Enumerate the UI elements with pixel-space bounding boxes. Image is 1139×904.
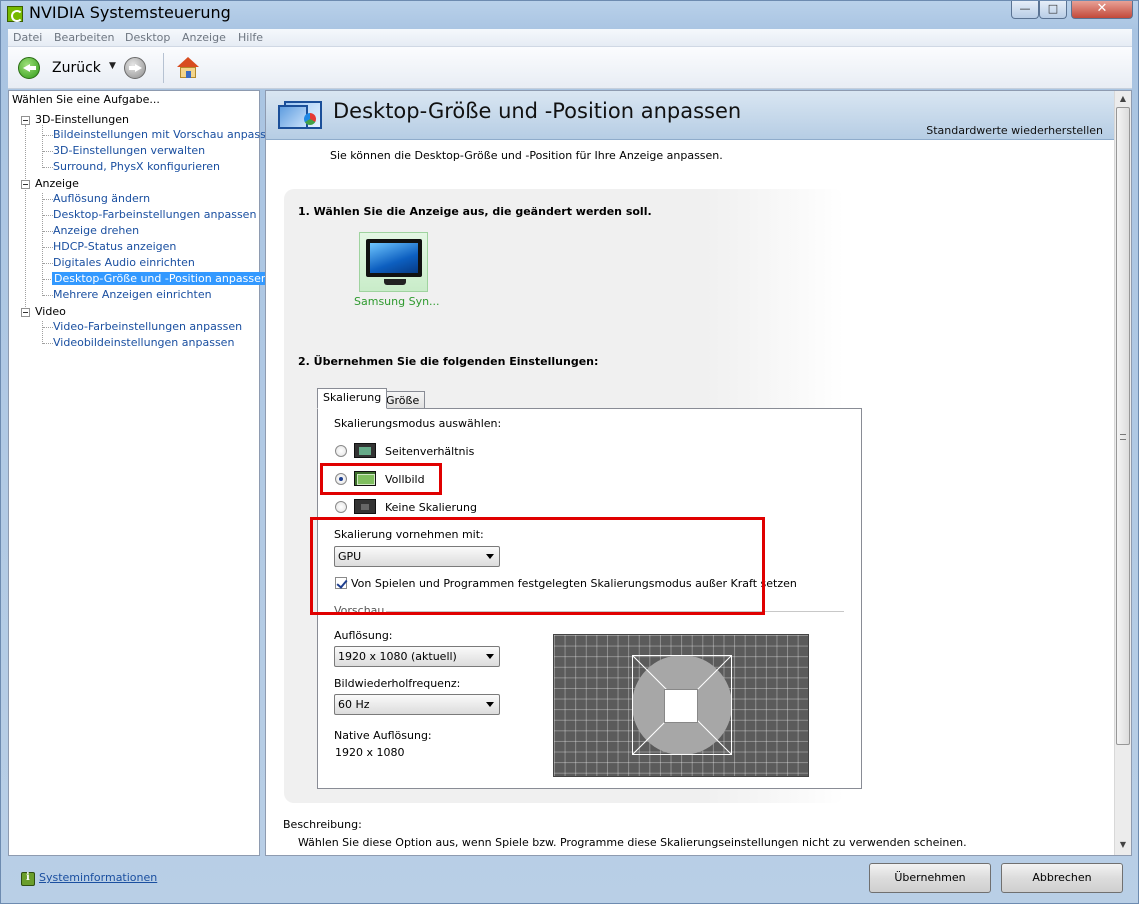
resolution-label: Auflösung:: [334, 629, 393, 642]
apply-button[interactable]: Übernehmen: [869, 863, 991, 893]
content-panel: Desktop-Größe und -Position anpassen Sta…: [265, 90, 1132, 856]
menu-hilfe[interactable]: Hilfe: [238, 31, 263, 44]
mode-seitenverhaeltnis-label[interactable]: Seitenverhältnis: [385, 445, 474, 458]
aspect-ratio-icon: [354, 443, 376, 458]
expander-video[interactable]: [21, 308, 30, 317]
native-resolution-value: 1920 x 1080: [335, 746, 405, 759]
tree-category-anzeige[interactable]: Anzeige: [35, 177, 79, 190]
highlight-vollbild: [320, 463, 442, 495]
description-text: Wählen Sie diese Option aus, wenn Spiele…: [298, 836, 967, 849]
tree-item-bildeinstellungen[interactable]: Bildeinstellungen mit Vorschau anpassen: [53, 128, 280, 141]
system-info-link[interactable]: Systeminformationen: [39, 871, 157, 884]
tree-line: [42, 321, 43, 344]
tree-item-digitales-audio[interactable]: Digitales Audio einrichten: [53, 256, 195, 269]
resolution-select[interactable]: 1920 x 1080 (aktuell): [334, 646, 500, 667]
tree-category-video[interactable]: Video: [35, 305, 66, 318]
tree-category-3d[interactable]: 3D-Einstellungen: [35, 113, 129, 126]
scroll-thumb[interactable]: [1116, 107, 1130, 745]
menu-anzeige[interactable]: Anzeige: [182, 31, 226, 44]
footer-bar: Systeminformationen Übernehmen Abbrechen: [8, 860, 1132, 900]
menu-bar: Datei Bearbeiten Desktop Anzeige Hilfe: [8, 29, 1132, 47]
tree-item-desktop-groesse[interactable]: Desktop-Größe und -Position anpassen: [52, 272, 270, 285]
tree-line: [25, 125, 26, 313]
tree-item-hdcp[interactable]: HDCP-Status anzeigen: [53, 240, 176, 253]
close-button[interactable]: ✕: [1071, 1, 1133, 19]
tab-skalierung[interactable]: Skalierung: [317, 388, 388, 409]
task-header: Wählen Sie eine Aufgabe...: [12, 93, 160, 106]
back-history-dropdown-icon[interactable]: ▼: [109, 61, 116, 71]
back-arrow-icon[interactable]: [18, 57, 40, 79]
monitor-icon: [366, 239, 422, 277]
menu-datei[interactable]: Datei: [13, 31, 42, 44]
no-scaling-icon: [354, 499, 376, 514]
app-window: NVIDIA Systemsteuerung — □ ✕ Datei Bearb…: [0, 0, 1139, 904]
tree-item-mehrere-anzeigen[interactable]: Mehrere Anzeigen einrichten: [53, 288, 212, 301]
step2-title: 2. Übernehmen Sie die folgenden Einstell…: [298, 355, 599, 368]
desktop-size-icon: [278, 99, 324, 135]
tree-item-anzeige-drehen[interactable]: Anzeige drehen: [53, 224, 139, 237]
highlight-scaling-options: [310, 517, 765, 615]
title-bar[interactable]: NVIDIA Systemsteuerung — □ ✕: [1, 1, 1138, 27]
tree-item-videobild[interactable]: Videobildeinstellungen anpassen: [53, 336, 234, 349]
tree-line: [42, 125, 43, 168]
radio-seitenverhaeltnis[interactable]: [335, 445, 347, 457]
refresh-rate-label: Bildwiederholfrequenz:: [334, 677, 461, 690]
tree-item-surround-physx[interactable]: Surround, PhysX konfigurieren: [53, 160, 220, 173]
maximize-button[interactable]: □: [1039, 1, 1067, 19]
page-title: Desktop-Größe und -Position anpassen: [333, 99, 742, 123]
scaling-mode-label: Skalierungsmodus auswählen:: [334, 417, 502, 430]
menu-desktop[interactable]: Desktop: [125, 31, 170, 44]
tree-item-aufloesung[interactable]: Auflösung ändern: [53, 192, 150, 205]
home-icon[interactable]: [176, 56, 200, 80]
restore-defaults-link[interactable]: Standardwerte wiederherstellen: [926, 124, 1103, 137]
tree-line: [42, 193, 43, 296]
system-info-icon[interactable]: [21, 872, 35, 886]
native-resolution-label: Native Auflösung:: [334, 729, 432, 742]
display-label[interactable]: Samsung Syn...: [354, 295, 440, 308]
tree-item-farbeinstellungen[interactable]: Desktop-Farbeinstellungen anpassen: [53, 208, 256, 221]
refresh-rate-select[interactable]: 60 Hz: [334, 694, 500, 715]
window-title: NVIDIA Systemsteuerung: [29, 3, 231, 22]
scroll-up-icon[interactable]: ▲: [1117, 93, 1129, 105]
forward-arrow-icon[interactable]: [124, 57, 146, 79]
mode-keine-skalierung-label[interactable]: Keine Skalierung: [385, 501, 477, 514]
scaling-preview: [553, 634, 809, 777]
expander-anzeige[interactable]: [21, 180, 30, 189]
toolbar-separator: [163, 53, 164, 83]
expander-3d[interactable]: [21, 116, 30, 125]
step1-title: 1. Wählen Sie die Anzeige aus, die geänd…: [298, 205, 652, 218]
preview-center-square: [664, 689, 698, 723]
page-banner: Desktop-Größe und -Position anpassen Sta…: [266, 91, 1114, 140]
minimize-button[interactable]: —: [1011, 1, 1039, 19]
description-title: Beschreibung:: [283, 818, 362, 831]
scroll-down-icon[interactable]: ▼: [1117, 839, 1129, 851]
toolbar: Zurück ▼: [8, 47, 1132, 89]
menu-bearbeiten[interactable]: Bearbeiten: [54, 31, 114, 44]
content-scrollbar[interactable]: ▲ ▼: [1114, 91, 1131, 855]
nvidia-app-icon: [7, 6, 23, 22]
page-intro: Sie können die Desktop-Größe und -Positi…: [330, 149, 723, 162]
task-navigation-panel: Wählen Sie eine Aufgabe... 3D-Einstellun…: [8, 90, 280, 856]
back-button-label[interactable]: Zurück: [52, 60, 101, 76]
radio-keine-skalierung[interactable]: [335, 501, 347, 513]
tree-item-3d-verwalten[interactable]: 3D-Einstellungen verwalten: [53, 144, 205, 157]
display-selector-samsung[interactable]: [359, 232, 428, 292]
tree-item-video-farbe[interactable]: Video-Farbeinstellungen anpassen: [53, 320, 242, 333]
cancel-button[interactable]: Abbrechen: [1001, 863, 1123, 893]
